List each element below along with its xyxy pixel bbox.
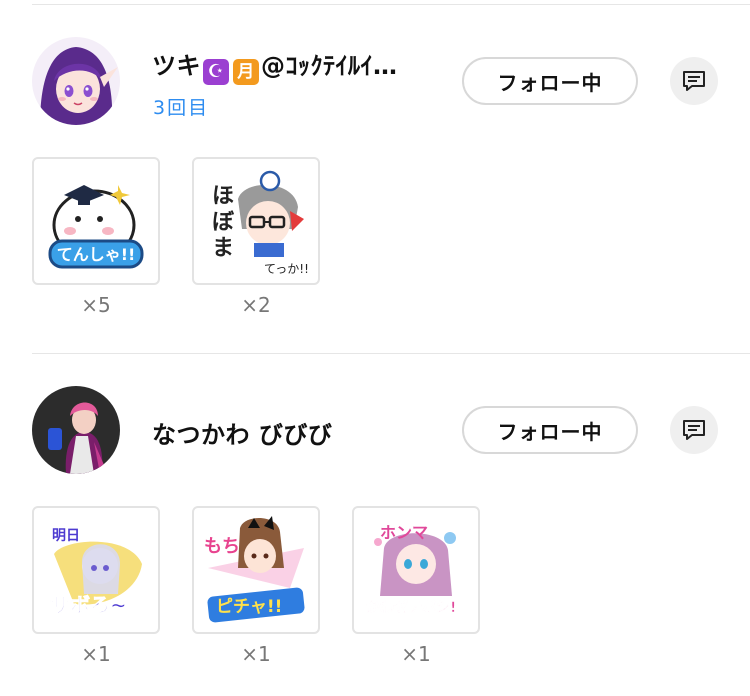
ashita-sabo-sticker-icon: 明日 サボろ~ (50, 528, 142, 617)
crescent-star-emoji-icon: ☪ (203, 59, 229, 85)
svg-text:てっか!!: てっか!! (264, 262, 309, 276)
user-name-prefix: ツキ (152, 52, 201, 80)
tenshaa-sticker-icon: てんしゃ!! (48, 185, 144, 269)
chat-bubble-icon (683, 420, 705, 440)
section-divider (32, 353, 750, 354)
mochi-sticker-icon: もち ピチャ!! (204, 516, 305, 623)
chat-bubble-icon (683, 71, 705, 91)
svg-text:ほ: ほ (212, 184, 234, 209)
sticker-count: ×1 (81, 642, 111, 666)
svg-text:サボろ~: サボろ~ (50, 593, 127, 617)
sticker-mochi[interactable]: もち ピチャ!! (192, 506, 320, 634)
svg-text:ホンマ: ホンマ (380, 523, 428, 542)
sticker-glasses-character[interactable]: ほ ぼ ま てっか!! (192, 157, 320, 285)
sticker-count: ×5 (81, 293, 111, 317)
message-button[interactable] (670, 57, 718, 105)
sticker-honma[interactable]: ホンマ かわゼテボシ! (352, 506, 480, 634)
avatar[interactable] (32, 386, 120, 474)
sticker-count: ×1 (241, 642, 271, 666)
svg-text:明日: 明日 (52, 528, 80, 544)
user-name-suffix: @ｺｯｸﾃｲﾙｲ… (261, 52, 398, 80)
following-button[interactable]: フォロー中 (462, 57, 638, 105)
sticker-count: ×2 (241, 293, 271, 317)
visit-count: 3回目 (153, 97, 210, 119)
user-name[interactable]: なつかわ びびび (152, 415, 332, 450)
svg-text:ま: ま (212, 236, 234, 261)
svg-text:かわゼテボシ!: かわゼテボシ! (366, 599, 456, 616)
sticker-count: ×1 (401, 642, 431, 666)
honma-sticker-icon: ホンマ かわゼテボシ! (366, 523, 457, 616)
message-button[interactable] (670, 406, 718, 454)
svg-text:ピチャ!!: ピチャ!! (216, 597, 282, 617)
glasses-character-sticker-icon: ほ ぼ ま てっか!! (212, 170, 309, 276)
avatar[interactable] (32, 37, 120, 125)
moon-kanji-emoji-icon: 月 (233, 59, 259, 85)
sticker-tenshaa[interactable]: てんしゃ!! (32, 157, 160, 285)
following-button[interactable]: フォロー中 (462, 406, 638, 454)
top-divider (32, 4, 750, 5)
user-name[interactable]: ツキ ☪ 月 @ｺｯｸﾃｲﾙｲ… (152, 46, 398, 85)
svg-text:もち: もち (204, 536, 240, 557)
sticker-ashita-sabo[interactable]: 明日 サボろ~ (32, 506, 160, 634)
svg-text:てんしゃ!!: てんしゃ!! (57, 245, 136, 264)
svg-text:ぼ: ぼ (212, 210, 235, 235)
